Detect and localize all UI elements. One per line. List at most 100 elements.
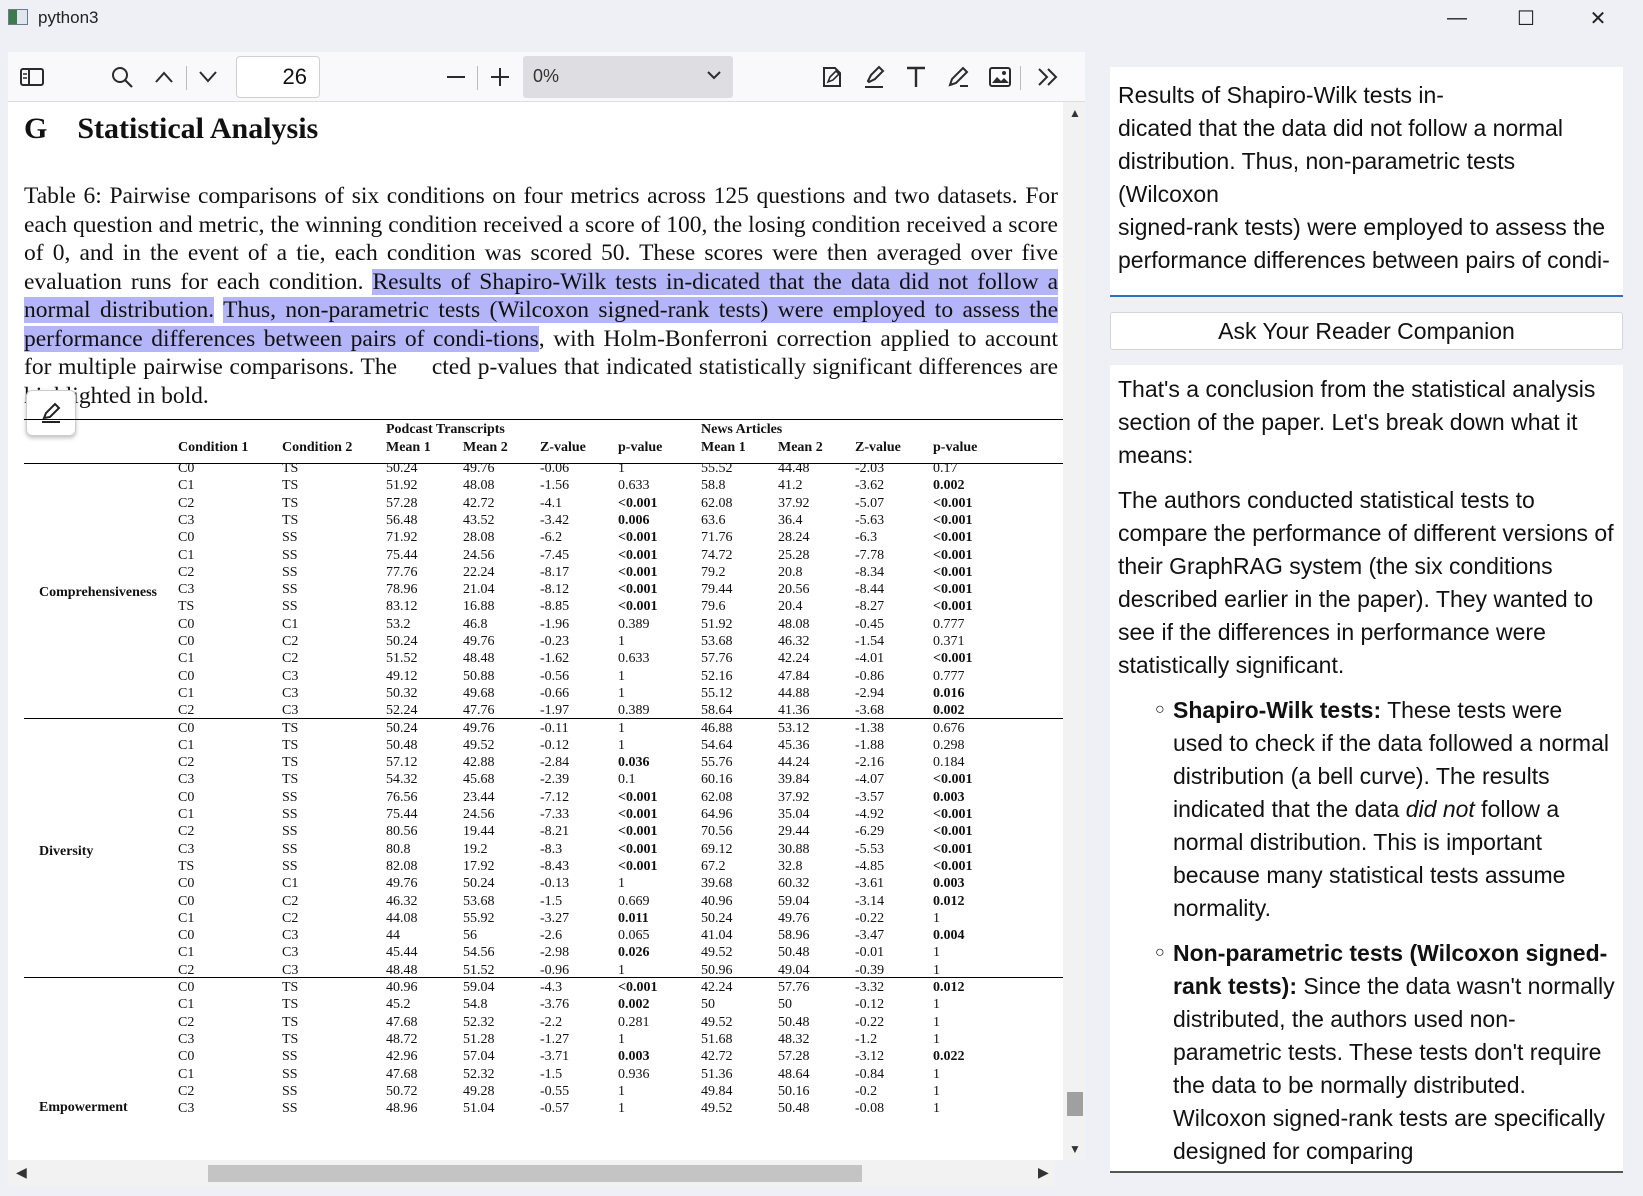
table-cell: SS bbox=[282, 547, 298, 563]
table-cell: 57.12 bbox=[386, 755, 418, 771]
toolbar-separator bbox=[477, 66, 478, 90]
table-cell: -0.13 bbox=[540, 876, 570, 892]
table-cell: 49.76 bbox=[386, 876, 418, 892]
table-cell: <0.001 bbox=[618, 547, 658, 563]
table-cell: <0.001 bbox=[618, 789, 658, 805]
group-header: News Articles bbox=[701, 422, 783, 437]
table-cell: 47.84 bbox=[778, 668, 810, 684]
table-cell: 29.44 bbox=[778, 824, 810, 840]
table-cell: C1 bbox=[178, 807, 195, 822]
table-cell: <0.001 bbox=[618, 564, 658, 580]
zoom-in-icon[interactable] bbox=[484, 61, 516, 93]
table-cell: SS bbox=[282, 564, 298, 580]
scroll-up-icon[interactable]: ▲ bbox=[1069, 106, 1081, 120]
table-cell: 46.88 bbox=[701, 720, 733, 736]
table-cell: 75.44 bbox=[386, 547, 418, 563]
table-cell: C0 bbox=[178, 530, 195, 546]
table-cell: 50.48 bbox=[778, 945, 810, 961]
minimize-button[interactable]: — bbox=[1422, 0, 1492, 36]
table-cell: -0.56 bbox=[540, 668, 570, 684]
maximize-button[interactable]: ☐ bbox=[1491, 0, 1561, 36]
table-cell: 1 bbox=[618, 634, 625, 649]
table-cell: 49.52 bbox=[701, 945, 733, 961]
table-cell: 49.76 bbox=[463, 634, 495, 649]
pdf-viewer[interactable]: G Statistical Analysis Table 6: Pairwise… bbox=[8, 102, 1085, 1160]
scroll-right-icon[interactable]: ▶ bbox=[1038, 1164, 1049, 1181]
table-cell: -7.78 bbox=[855, 547, 885, 563]
table-cell: 49.28 bbox=[463, 1083, 495, 1099]
table-cell: <0.001 bbox=[933, 772, 973, 788]
table-cell: -4.01 bbox=[855, 651, 885, 667]
table-cell: TS bbox=[282, 755, 299, 771]
table-cell: -2.84 bbox=[540, 755, 570, 771]
table-cell: -2.94 bbox=[855, 685, 885, 701]
table-cell: TS bbox=[282, 737, 299, 753]
table-cell: -0.11 bbox=[540, 720, 569, 736]
draw-icon[interactable] bbox=[942, 61, 974, 93]
next-page-icon[interactable] bbox=[192, 61, 224, 93]
vertical-scroll-thumb[interactable] bbox=[1067, 1092, 1083, 1116]
window-title: python3 bbox=[38, 8, 99, 27]
table-cell: 57.28 bbox=[778, 1049, 810, 1065]
table-cell: 54.56 bbox=[463, 945, 495, 961]
table-cell: 46.8 bbox=[463, 616, 488, 632]
highlight-icon[interactable] bbox=[858, 61, 890, 93]
table-cell: 51.52 bbox=[386, 651, 418, 667]
table-cell: TS bbox=[178, 858, 195, 874]
table-cell: -1.88 bbox=[855, 737, 885, 753]
table-cell: -0.84 bbox=[855, 1066, 885, 1082]
selected-text-box[interactable]: Results of Shapiro-Wilk tests in- dicate… bbox=[1110, 67, 1623, 297]
answer-paragraph: The authors conducted statistical tests … bbox=[1118, 487, 1614, 678]
sidebar-toggle-icon[interactable] bbox=[16, 61, 48, 93]
scroll-down-icon[interactable]: ▼ bbox=[1069, 1142, 1081, 1156]
annotate-button[interactable] bbox=[26, 390, 76, 436]
zoom-select[interactable]: 0% bbox=[523, 56, 733, 98]
page-number-input[interactable]: 26 bbox=[236, 56, 320, 98]
close-button[interactable]: ✕ bbox=[1563, 0, 1633, 36]
table-cell: -2.2 bbox=[540, 1014, 563, 1030]
table-cell: -5.53 bbox=[855, 841, 885, 857]
table-cell: -3.27 bbox=[540, 910, 570, 926]
ask-companion-button[interactable]: Ask Your Reader Companion bbox=[1110, 312, 1623, 350]
edit-document-icon[interactable] bbox=[816, 61, 848, 93]
table-cell: 44.08 bbox=[386, 910, 418, 926]
table-cell: SS bbox=[282, 599, 298, 615]
horizontal-scrollbar[interactable]: ◀ ▶ bbox=[8, 1160, 1055, 1186]
column-header: Mean 2 bbox=[778, 440, 823, 455]
table-cell: 49.68 bbox=[463, 685, 495, 701]
image-icon[interactable] bbox=[984, 61, 1016, 93]
text-icon[interactable] bbox=[900, 61, 932, 93]
table-cell: -0.86 bbox=[855, 668, 885, 684]
table-cell: <0.001 bbox=[933, 564, 973, 580]
vertical-scrollbar[interactable]: ▲ ▼ bbox=[1063, 102, 1085, 1160]
more-tools-icon[interactable] bbox=[1032, 61, 1064, 93]
table-cell: SS bbox=[282, 530, 298, 546]
table-cell: 47.68 bbox=[386, 1014, 418, 1030]
table-cell: 55.92 bbox=[463, 910, 495, 926]
table-cell: <0.001 bbox=[933, 824, 973, 840]
table-cell: 1 bbox=[618, 1083, 625, 1099]
table-cell: 20.8 bbox=[778, 564, 803, 580]
table-cell: 51.92 bbox=[701, 616, 733, 632]
scroll-left-icon[interactable]: ◀ bbox=[16, 1164, 27, 1181]
table-cell: TS bbox=[282, 495, 299, 511]
companion-answer[interactable]: That's a conclusion from the statistical… bbox=[1110, 365, 1623, 1173]
table-cell: -5.63 bbox=[855, 512, 885, 528]
table-cell: 0.036 bbox=[618, 755, 650, 771]
table-cell: -6.29 bbox=[855, 824, 885, 840]
table-cell: -0.66 bbox=[540, 685, 570, 701]
table-cell: TS bbox=[282, 997, 299, 1013]
previous-page-icon[interactable] bbox=[148, 61, 180, 93]
table-cell: 54.64 bbox=[701, 737, 733, 753]
table-cell: -2.6 bbox=[540, 928, 563, 944]
table-cell: 41.2 bbox=[778, 478, 803, 494]
table-cell: <0.001 bbox=[933, 841, 973, 857]
zoom-out-icon[interactable] bbox=[440, 61, 472, 93]
table-cell: 22.24 bbox=[463, 564, 495, 580]
table-cell: 0.17 bbox=[933, 461, 958, 476]
search-icon[interactable] bbox=[106, 61, 138, 93]
horizontal-scroll-thumb[interactable] bbox=[208, 1165, 862, 1182]
table-cell: C0 bbox=[178, 1049, 195, 1065]
table-cell: -1.96 bbox=[540, 616, 570, 632]
table-cell: 62.08 bbox=[701, 789, 733, 805]
